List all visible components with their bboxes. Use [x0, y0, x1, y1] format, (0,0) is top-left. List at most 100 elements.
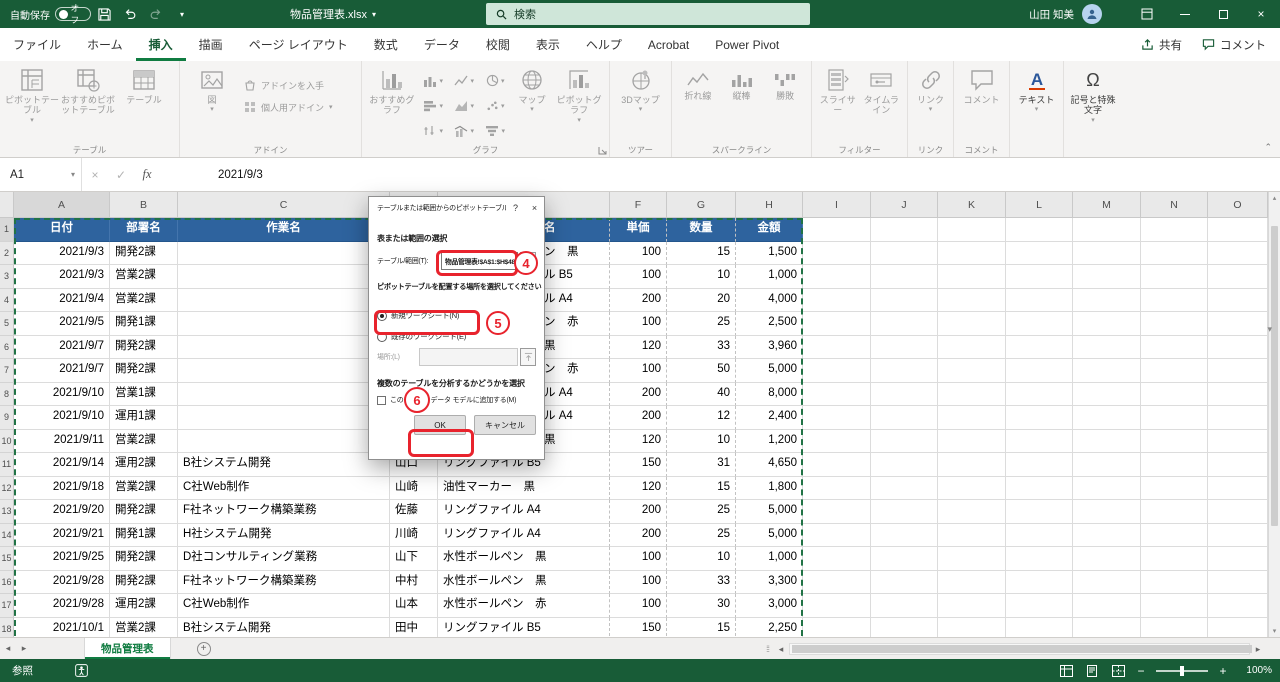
cell[interactable] [938, 476, 1006, 500]
cell[interactable]: 運用2課 [110, 453, 178, 477]
cell[interactable] [938, 359, 1006, 383]
cell[interactable]: 開発2課 [110, 241, 178, 265]
cell[interactable] [1073, 617, 1141, 637]
cell[interactable] [1141, 335, 1208, 359]
cell[interactable] [1073, 453, 1141, 477]
cell[interactable] [1208, 570, 1268, 594]
funnel-chart-button[interactable]: ▾ [480, 118, 511, 143]
cell[interactable] [1006, 288, 1073, 312]
cell[interactable] [871, 218, 938, 242]
tab-data[interactable]: データ [411, 28, 473, 61]
cell[interactable]: リングファイル A4 [438, 523, 610, 547]
cell[interactable]: 120 [610, 335, 667, 359]
cell[interactable] [938, 453, 1006, 477]
cell[interactable] [938, 500, 1006, 524]
table-button[interactable]: テーブル [116, 64, 172, 105]
cell[interactable]: 25 [667, 312, 736, 336]
cell[interactable] [938, 547, 1006, 571]
sparkline-line-button[interactable]: 折れ線 [676, 64, 720, 101]
cell[interactable]: 120 [610, 476, 667, 500]
cell[interactable] [871, 570, 938, 594]
row-header-11[interactable]: 11 [0, 453, 14, 477]
cell[interactable]: 2021/9/20 [14, 500, 110, 524]
scroll-down-icon[interactable]: ▾ [1269, 627, 1280, 635]
cell[interactable] [1208, 429, 1268, 453]
cell[interactable]: リングファイル A4 [438, 500, 610, 524]
pie-chart-button[interactable]: ▾ [480, 68, 511, 93]
cell[interactable] [803, 547, 871, 571]
tab-power-pivot[interactable]: Power Pivot [702, 28, 792, 61]
cell[interactable]: 40 [667, 382, 736, 406]
cell[interactable] [938, 523, 1006, 547]
cell[interactable]: 4,650 [736, 453, 803, 477]
cell[interactable]: 営業2課 [110, 288, 178, 312]
cell[interactable] [1073, 241, 1141, 265]
zoom-slider[interactable] [1156, 665, 1208, 676]
cell[interactable] [871, 288, 938, 312]
cell[interactable]: 3,300 [736, 570, 803, 594]
tab-file[interactable]: ファイル [0, 28, 74, 61]
sheet-nav-right-icon[interactable]: ▸ [16, 643, 32, 654]
cell[interactable] [938, 265, 1006, 289]
cell[interactable]: 3,000 [736, 594, 803, 618]
symbols-button[interactable]: Ω 記号と特殊文字 ▾ [1068, 64, 1118, 124]
quick-access-menu-button[interactable]: ▾ [169, 0, 195, 28]
cell[interactable] [938, 218, 1006, 242]
confirm-entry-button[interactable]: ✓ [108, 158, 134, 191]
row-header-1[interactable]: 1 [0, 218, 14, 242]
cell[interactable]: 開発2課 [110, 570, 178, 594]
column-header-C[interactable]: C [178, 192, 390, 218]
cancel-button[interactable]: キャンセル [474, 415, 536, 435]
cell[interactable]: リングファイル B5 [438, 617, 610, 637]
cell[interactable]: 20 [667, 288, 736, 312]
cell[interactable] [1141, 429, 1208, 453]
cell[interactable] [803, 359, 871, 383]
cell[interactable]: 開発1課 [110, 523, 178, 547]
cell[interactable]: C社Web制作 [178, 594, 390, 618]
cell[interactable] [871, 335, 938, 359]
tab-review[interactable]: 校閲 [473, 28, 523, 61]
cell[interactable]: 2021/9/10 [14, 382, 110, 406]
dialog-close-button[interactable]: × [525, 197, 544, 219]
bar-chart-button[interactable]: ▾ [418, 93, 449, 118]
vertical-scrollbar[interactable]: ▴ ▾ [1268, 192, 1280, 637]
cell[interactable] [1141, 241, 1208, 265]
cell[interactable]: 100 [610, 359, 667, 383]
cell[interactable] [803, 476, 871, 500]
horizontal-scrollbar[interactable]: ⁞⁞ ◂ ▸ [766, 641, 1266, 657]
autosave-control[interactable]: 自動保存 オフ [10, 3, 91, 25]
cell[interactable] [871, 523, 938, 547]
cell[interactable] [1208, 288, 1268, 312]
cell[interactable]: 2021/9/11 [14, 429, 110, 453]
maximize-button[interactable] [1204, 0, 1242, 28]
cell[interactable] [178, 335, 390, 359]
cell[interactable]: 2021/9/28 [14, 570, 110, 594]
cell[interactable] [1208, 241, 1268, 265]
cell[interactable] [1006, 265, 1073, 289]
cell[interactable] [871, 406, 938, 430]
cell[interactable]: 25 [667, 523, 736, 547]
my-addins-button[interactable]: 個人用アドイン ▾ [240, 96, 337, 118]
normal-view-button[interactable] [1058, 664, 1074, 678]
recommended-pivots-button[interactable]: おすすめピボットテーブル [60, 64, 116, 116]
link-button[interactable]: リンク ▾ [912, 64, 949, 113]
cell[interactable] [178, 265, 390, 289]
cell[interactable] [1073, 476, 1141, 500]
cell[interactable]: 2021/9/18 [14, 476, 110, 500]
cell[interactable] [871, 312, 938, 336]
zoom-out-button[interactable]: − [1136, 664, 1146, 678]
horizontal-scroll-track[interactable] [789, 643, 1253, 655]
cell[interactable] [871, 382, 938, 406]
cell[interactable]: 水性ボールペン 黒 [438, 570, 610, 594]
collapse-ribbon-icon[interactable]: ⌃ [1264, 142, 1272, 153]
maps-button[interactable]: マップ ▾ [511, 64, 554, 113]
timeline-button[interactable]: タイムライン [860, 64, 904, 116]
cell[interactable] [938, 241, 1006, 265]
cell[interactable]: 5,000 [736, 523, 803, 547]
cell[interactable] [871, 594, 938, 618]
row-header-10[interactable]: 10 [0, 429, 14, 453]
cell[interactable]: 2021/9/7 [14, 335, 110, 359]
cell[interactable]: 単価 [610, 218, 667, 242]
cell[interactable]: 2,500 [736, 312, 803, 336]
row-header-14[interactable]: 14 [0, 523, 14, 547]
